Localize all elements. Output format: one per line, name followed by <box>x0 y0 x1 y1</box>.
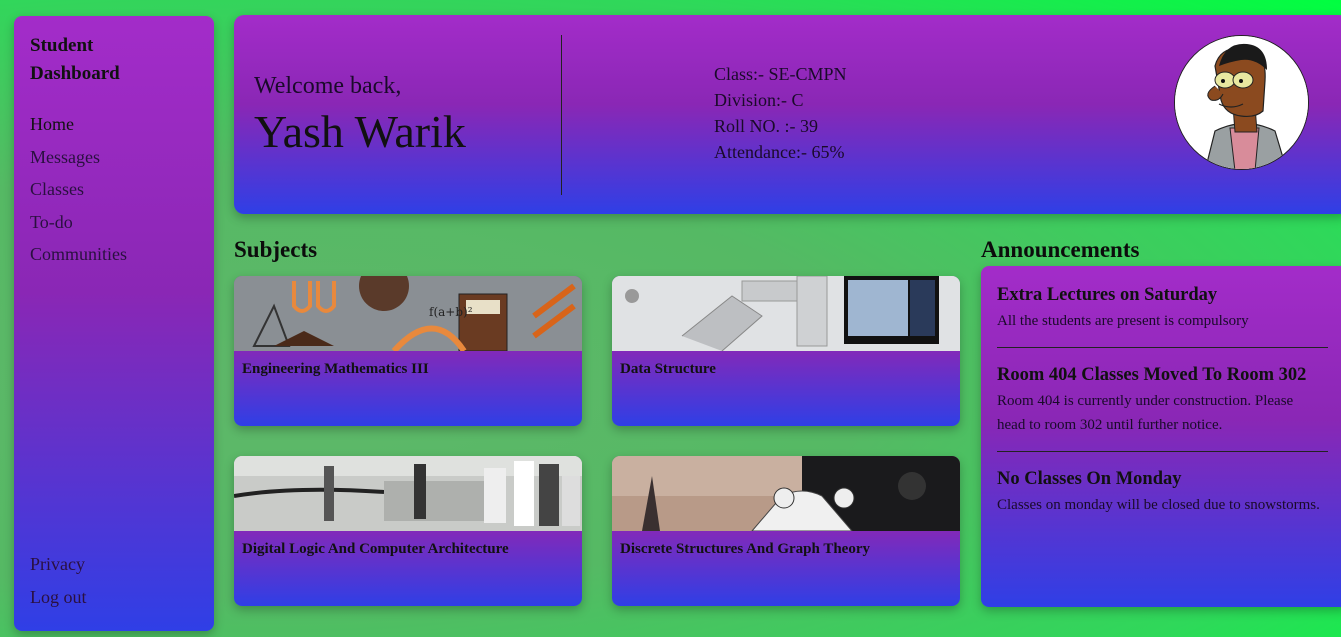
subject-title: Data Structure <box>620 361 716 377</box>
announcement-title: Extra Lectures on Saturday <box>997 285 1218 305</box>
avatar[interactable] <box>1174 35 1309 170</box>
attendance-info: Attendance:- 65% <box>714 142 845 162</box>
subject-card-ds[interactable]: Data Structure <box>612 276 960 426</box>
announcement-item[interactable]: Room 404 Classes Moved To Room 302 Room … <box>997 362 1335 447</box>
subject-body: Data Structure <box>612 351 960 426</box>
announcement-title: Room 404 Classes Moved To Room 302 <box>997 365 1307 385</box>
subject-title: Engineering Mathematics III <box>242 361 429 377</box>
welcome-header: Welcome back, Yash Warik Class:- SE-CMPN… <box>234 15 1341 214</box>
announcement-item[interactable]: Extra Lectures on Saturday All the stude… <box>997 282 1335 343</box>
nav-communities[interactable]: Communities <box>30 238 198 271</box>
announcement-divider <box>997 347 1328 348</box>
subject-image-dlca <box>234 456 582 531</box>
nav-home[interactable]: Home <box>30 108 198 141</box>
nav-todo[interactable]: To-do <box>30 206 198 239</box>
subject-title: Digital Logic And Computer Architecture <box>242 541 509 557</box>
svg-text:f(a+b)²: f(a+b)² <box>429 305 473 319</box>
subject-body: Engineering Mathematics III <box>234 351 582 426</box>
avatar-illustration <box>1175 36 1308 169</box>
app-title: Student Dashboard <box>30 35 120 84</box>
subject-image-math: f(a+b)² <box>234 276 582 351</box>
student-name: Yash Warik <box>254 106 466 157</box>
subjects-heading: Subjects <box>234 237 318 262</box>
subject-image-ds <box>612 276 960 351</box>
sidebar-nav: Home Messages Classes To-do Communities <box>30 108 198 271</box>
nav-privacy[interactable]: Privacy <box>30 548 87 581</box>
welcome-text: Welcome back, <box>254 73 402 99</box>
subject-body: Digital Logic And Computer Architecture <box>234 531 582 606</box>
subject-card-math[interactable]: f(a+b)² Engineering Mathematics III <box>234 276 582 426</box>
subject-image-dsgt <box>612 456 960 531</box>
announcement-text: All the students are present is compulso… <box>997 313 1249 329</box>
header-divider <box>561 35 562 195</box>
subject-card-dlca[interactable]: Digital Logic And Computer Architecture <box>234 456 582 606</box>
subject-title: Discrete Structures And Graph Theory <box>620 541 870 557</box>
division-info: Division:- C <box>714 90 804 110</box>
announcement-title: No Classes On Monday <box>997 469 1182 489</box>
nav-classes[interactable]: Classes <box>30 173 198 206</box>
subject-body: Discrete Structures And Graph Theory <box>612 531 960 606</box>
announcement-item[interactable]: No Classes On Monday Classes on monday w… <box>997 466 1335 527</box>
subject-card-dsgt[interactable]: Discrete Structures And Graph Theory <box>612 456 960 606</box>
announcements-panel: Extra Lectures on Saturday All the stude… <box>981 266 1341 607</box>
announcement-divider <box>997 451 1328 452</box>
sidebar: Student Dashboard Home Messages Classes … <box>14 16 214 631</box>
nav-messages[interactable]: Messages <box>30 141 198 174</box>
announcement-text: Room 404 is currently under construction… <box>997 393 1294 433</box>
roll-info: Roll NO. :- 39 <box>714 116 819 136</box>
announcement-text: Classes on monday will be closed due to … <box>997 497 1320 513</box>
class-info: Class:- SE-CMPN <box>714 64 847 84</box>
nav-logout[interactable]: Log out <box>30 581 87 614</box>
student-info: Class:- SE-CMPN Division:- C Roll NO. :-… <box>714 61 847 165</box>
sidebar-bottom: Privacy Log out <box>30 548 87 613</box>
announcements-heading: Announcements <box>981 237 1140 262</box>
